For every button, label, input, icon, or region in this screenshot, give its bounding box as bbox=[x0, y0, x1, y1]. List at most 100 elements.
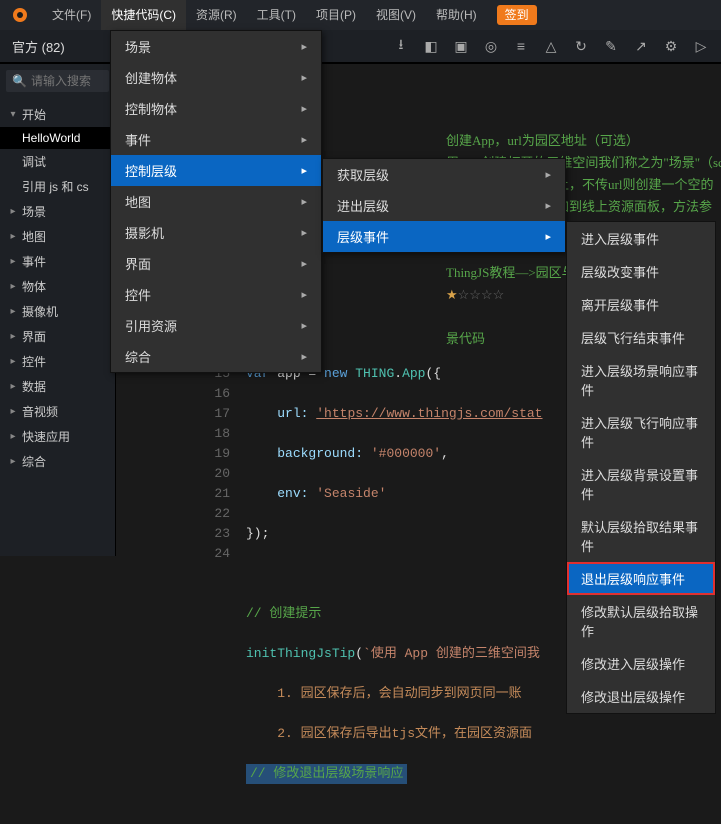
menu-create-object[interactable]: 创建物体▸ bbox=[111, 62, 321, 93]
menu-tools[interactable]: 工具(T) bbox=[247, 0, 306, 30]
evt-mod-exit-level[interactable]: 修改退出层级操作 bbox=[567, 680, 715, 713]
warning-icon[interactable]: △ bbox=[543, 38, 559, 54]
tree-control[interactable]: ▸控件 bbox=[0, 349, 115, 374]
evt-mod-enter-level[interactable]: 修改进入层级操作 bbox=[567, 647, 715, 680]
tree-label: 场景 bbox=[22, 203, 46, 220]
tree-debug[interactable]: 调试 bbox=[0, 149, 115, 174]
search-icon: 🔍 bbox=[12, 74, 27, 88]
cube-icon[interactable]: ◧ bbox=[423, 38, 439, 54]
level-events-menu: 进入层级事件 层级改变事件 离开层级事件 层级飞行结束事件 进入层级场景响应事件… bbox=[566, 221, 716, 714]
evt-enter-scene-resp[interactable]: 进入层级场景响应事件 bbox=[567, 354, 715, 406]
menu-event[interactable]: 事件▸ bbox=[111, 124, 321, 155]
lineno: 18 bbox=[204, 424, 230, 444]
tree-label: 综合 bbox=[22, 453, 46, 470]
menu-ui[interactable]: 界面▸ bbox=[111, 248, 321, 279]
secondary-toolbar: 官方 (82) ⭳ ◧ ▣ ◎ ≡ △ ↻ ✎ ↗ ⚙ ▷ bbox=[0, 30, 721, 64]
menu-resource[interactable]: 资源(R) bbox=[186, 0, 247, 30]
menu-map[interactable]: 地图▸ bbox=[111, 186, 321, 217]
tree-camera[interactable]: ▸摄像机 bbox=[0, 299, 115, 324]
tree-av[interactable]: ▸音视频 bbox=[0, 399, 115, 424]
tool-icon[interactable]: ✎ bbox=[603, 38, 619, 54]
tree-label: 界面 bbox=[22, 328, 46, 345]
lineno: 16 bbox=[204, 384, 230, 404]
lineno: 20 bbox=[204, 464, 230, 484]
tree-ui[interactable]: ▸界面 bbox=[0, 324, 115, 349]
tree-label: 开始 bbox=[22, 106, 46, 123]
evt-enter-level[interactable]: 进入层级事件 bbox=[567, 222, 715, 255]
tree-label: HelloWorld bbox=[22, 131, 80, 145]
comment-line: 上，不传url则创建一个空的 bbox=[556, 174, 721, 196]
tree-label: 音视频 bbox=[22, 403, 58, 420]
comment-line: 创建App，url为园区地址（可选） bbox=[446, 130, 721, 152]
menu-control-object[interactable]: 控制物体▸ bbox=[111, 93, 321, 124]
menu-control-level[interactable]: 控制层级▸ bbox=[111, 155, 321, 186]
sidebar-tree: ▾开始 HelloWorld 调试 引用 js 和 cs ▸场景 ▸地图 ▸事件… bbox=[0, 98, 115, 478]
tree-helloworld[interactable]: HelloWorld bbox=[0, 127, 115, 149]
lineno: 21 bbox=[204, 484, 230, 504]
tree-label: 引用 js 和 cs bbox=[22, 178, 89, 195]
lineno: 23 bbox=[204, 524, 230, 544]
submenu-get-level[interactable]: 获取层级▸ bbox=[323, 159, 565, 190]
tree-map[interactable]: ▸地图 bbox=[0, 224, 115, 249]
tree-label: 数据 bbox=[22, 378, 46, 395]
evt-default-pick[interactable]: 默认层级拾取结果事件 bbox=[567, 510, 715, 562]
top-menubar: 文件(F) 快捷代码(C) 资源(R) 工具(T) 项目(P) 视图(V) 帮助… bbox=[0, 0, 721, 30]
lineno: 22 bbox=[204, 504, 230, 524]
tree-label: 调试 bbox=[22, 153, 46, 170]
menu-misc[interactable]: 综合▸ bbox=[111, 341, 321, 372]
app-logo-icon bbox=[10, 5, 30, 25]
menu-refres[interactable]: 引用资源▸ bbox=[111, 310, 321, 341]
menu-control[interactable]: 控件▸ bbox=[111, 279, 321, 310]
tree-data[interactable]: ▸数据 bbox=[0, 374, 115, 399]
link-icon[interactable]: ↗ bbox=[633, 38, 649, 54]
highlighted-line: // 修改退出层级场景响应 bbox=[246, 764, 407, 784]
evt-fly-end[interactable]: 层级飞行结束事件 bbox=[567, 321, 715, 354]
evt-mod-default-pick[interactable]: 修改默认层级拾取操作 bbox=[567, 595, 715, 647]
tree-label: 地图 bbox=[22, 228, 46, 245]
tree-quickapp[interactable]: ▸快速应用 bbox=[0, 424, 115, 449]
gear-icon[interactable]: ⚙ bbox=[663, 38, 679, 54]
evt-enter-fly-resp[interactable]: 进入层级飞行响应事件 bbox=[567, 406, 715, 458]
search-box[interactable]: 🔍 bbox=[6, 70, 109, 92]
refresh-icon[interactable]: ↻ bbox=[573, 38, 589, 54]
db-icon[interactable]: ≡ bbox=[513, 38, 529, 54]
download-icon[interactable]: ⭳ bbox=[393, 38, 409, 54]
tree-start[interactable]: ▾开始 bbox=[0, 102, 115, 127]
tree-label: 摄像机 bbox=[22, 303, 58, 320]
menu-scene[interactable]: 场景▸ bbox=[111, 31, 321, 62]
search-input[interactable] bbox=[31, 74, 111, 88]
evt-enter-bg-set[interactable]: 进入层级背景设置事件 bbox=[567, 458, 715, 510]
menu-help[interactable]: 帮助(H) bbox=[426, 0, 487, 30]
evt-exit-level-resp[interactable]: 退出层级响应事件 bbox=[567, 562, 715, 595]
menu-quickcode[interactable]: 快捷代码(C) bbox=[101, 0, 186, 30]
menu-camera[interactable]: 摄影机▸ bbox=[111, 217, 321, 248]
toolbar-icons: ⭳ ◧ ▣ ◎ ≡ △ ↻ ✎ ↗ ⚙ ▷ bbox=[393, 38, 709, 54]
submenu-level-events[interactable]: 层级事件▸ bbox=[323, 221, 565, 252]
submenu-enter-exit-level[interactable]: 进出层级▸ bbox=[323, 190, 565, 221]
tree-refjs[interactable]: 引用 js 和 cs bbox=[0, 174, 115, 199]
target-icon[interactable]: ◎ bbox=[483, 38, 499, 54]
evt-level-change[interactable]: 层级改变事件 bbox=[567, 255, 715, 288]
sidebar: 🔍 ▾开始 HelloWorld 调试 引用 js 和 cs ▸场景 ▸地图 ▸… bbox=[0, 64, 116, 556]
tree-object[interactable]: ▸物体 bbox=[0, 274, 115, 299]
level-submenu: 获取层级▸ 进出层级▸ 层级事件▸ bbox=[322, 158, 566, 253]
menu-file[interactable]: 文件(F) bbox=[42, 0, 101, 30]
lineno: 17 bbox=[204, 404, 230, 424]
menu-view[interactable]: 视图(V) bbox=[366, 0, 426, 30]
tree-label: 快速应用 bbox=[22, 428, 70, 445]
tree-misc[interactable]: ▸综合 bbox=[0, 449, 115, 474]
menu-project[interactable]: 项目(P) bbox=[306, 0, 366, 30]
tree-scene[interactable]: ▸场景 bbox=[0, 199, 115, 224]
lineno: 24 bbox=[204, 544, 230, 564]
comment-line: 加到线上资源面板，方法参 bbox=[556, 196, 721, 218]
evt-leave-level[interactable]: 离开层级事件 bbox=[567, 288, 715, 321]
play-icon[interactable]: ▷ bbox=[693, 38, 709, 54]
tree-event[interactable]: ▸事件 bbox=[0, 249, 115, 274]
signin-button[interactable]: 签到 bbox=[497, 5, 537, 25]
tree-label: 控件 bbox=[22, 353, 46, 370]
line-gutter: 14 15 16 17 18 19 20 21 22 23 24 bbox=[204, 344, 238, 564]
tree-label: 事件 bbox=[22, 253, 46, 270]
tab-title[interactable]: 官方 (82) bbox=[12, 37, 65, 56]
box-icon[interactable]: ▣ bbox=[453, 38, 469, 54]
lineno: 19 bbox=[204, 444, 230, 464]
